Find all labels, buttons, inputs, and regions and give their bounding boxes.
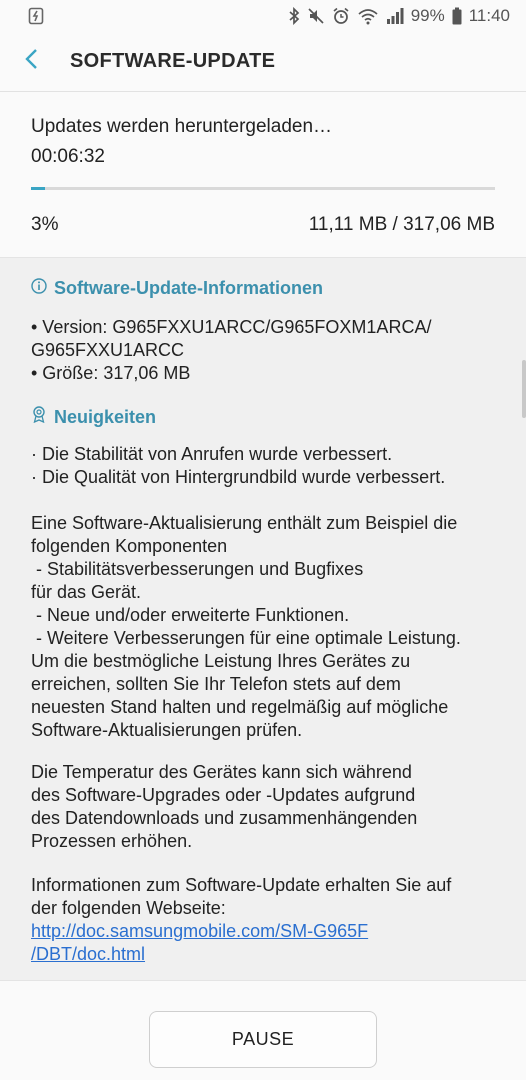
progress-bar-fill [31,187,45,190]
section-title-info: Software-Update-Informationen [54,278,324,298]
section-header-info: Software-Update-Informationen [31,278,323,299]
text-line: Um die bestmögliche Leistung Ihres Gerät… [31,651,411,671]
news-item: · Die Stabilität von Anrufen wurde verbe… [31,444,393,464]
battery-icon [452,7,462,25]
mute-icon [307,7,325,25]
battery-percent: 99% [410,6,445,25]
description-paragraph-2: Die Temperatur des Gerätes kann sich wäh… [31,761,501,853]
download-status-text: Updates werden heruntergeladen… [31,116,333,137]
version-line: • Version: G965FXXU1ARCC/G965FOXM1ARCA/ [31,317,432,337]
section-title-news: Neuigkeiten [54,406,157,427]
progress-bar [31,187,495,190]
scrollbar-thumb[interactable] [522,360,526,418]
download-notification-icon [28,7,44,25]
text-line: Prozessen erhöhen. [31,831,193,851]
signal-icon [386,7,404,25]
news-item: · Die Qualität von Hintergrundbild wurde… [31,467,446,487]
section-header-news: Neuigkeiten [31,406,156,428]
progress-percent: 3% [31,214,59,235]
text-line: erreichen, sollten Sie Ihr Telefon stets… [31,674,401,694]
update-info-panel[interactable]: Software-Update-Informationen • Version:… [0,257,526,981]
text-line: neuesten Stand halten und regelmäßig auf… [31,697,449,717]
text-line: - Stabilitätsverbesserungen und Bugfixes [31,559,364,579]
text-line: Eine Software-Aktualisierung enthält zum… [31,513,458,533]
text-line: folgenden Komponenten [31,536,228,556]
doc-link[interactable]: /DBT/doc.html [31,943,501,966]
alarm-icon [332,7,350,25]
version-line: G965FXXU1ARCC [31,340,185,360]
size-line: • Größe: 317,06 MB [31,363,191,383]
text-line: Software-Aktualisierungen prüfen. [31,720,303,740]
info-icon [31,278,47,299]
page-title: SOFTWARE-UPDATE [70,50,276,72]
description-paragraph-1: Eine Software-Aktualisierung enthält zum… [31,512,501,742]
download-size: 11,11 MB / 317,06 MB [308,214,495,235]
clock: 11:40 [468,6,510,25]
text-line: des Datendownloads und zusammenhängenden [31,808,418,828]
news-list: · Die Stabilität von Anrufen wurde verbe… [31,443,501,489]
pause-button[interactable]: PAUSE [149,1011,377,1068]
text-line: der folgenden Webseite: [31,898,226,918]
text-line: des Software-Upgrades oder -Updates aufg… [31,785,416,805]
version-info: • Version: G965FXXU1ARCC/G965FOXM1ARCA/ … [31,316,501,385]
elapsed-time: 00:06:32 [31,146,105,167]
description-paragraph-3: Informationen zum Software-Update erhalt… [31,874,501,966]
text-line: - Neue und/oder erweiterte Funktionen. [31,605,350,625]
status-bar: 99% 11:40 [0,0,526,32]
text-line: - Weitere Verbesserungen für eine optima… [31,628,461,648]
text-line: für das Gerät. [31,582,142,602]
app-header: SOFTWARE-UPDATE [0,32,526,92]
text-line: Informationen zum Software-Update erhalt… [31,875,452,895]
bluetooth-icon [288,7,300,25]
doc-link[interactable]: http://doc.samsungmobile.com/SM-G965F [31,920,501,943]
wifi-icon [357,7,379,25]
back-button[interactable] [0,32,70,92]
chevron-left-icon [24,48,38,75]
text-line: Die Temperatur des Gerätes kann sich wäh… [31,762,412,782]
badge-icon [31,406,47,428]
